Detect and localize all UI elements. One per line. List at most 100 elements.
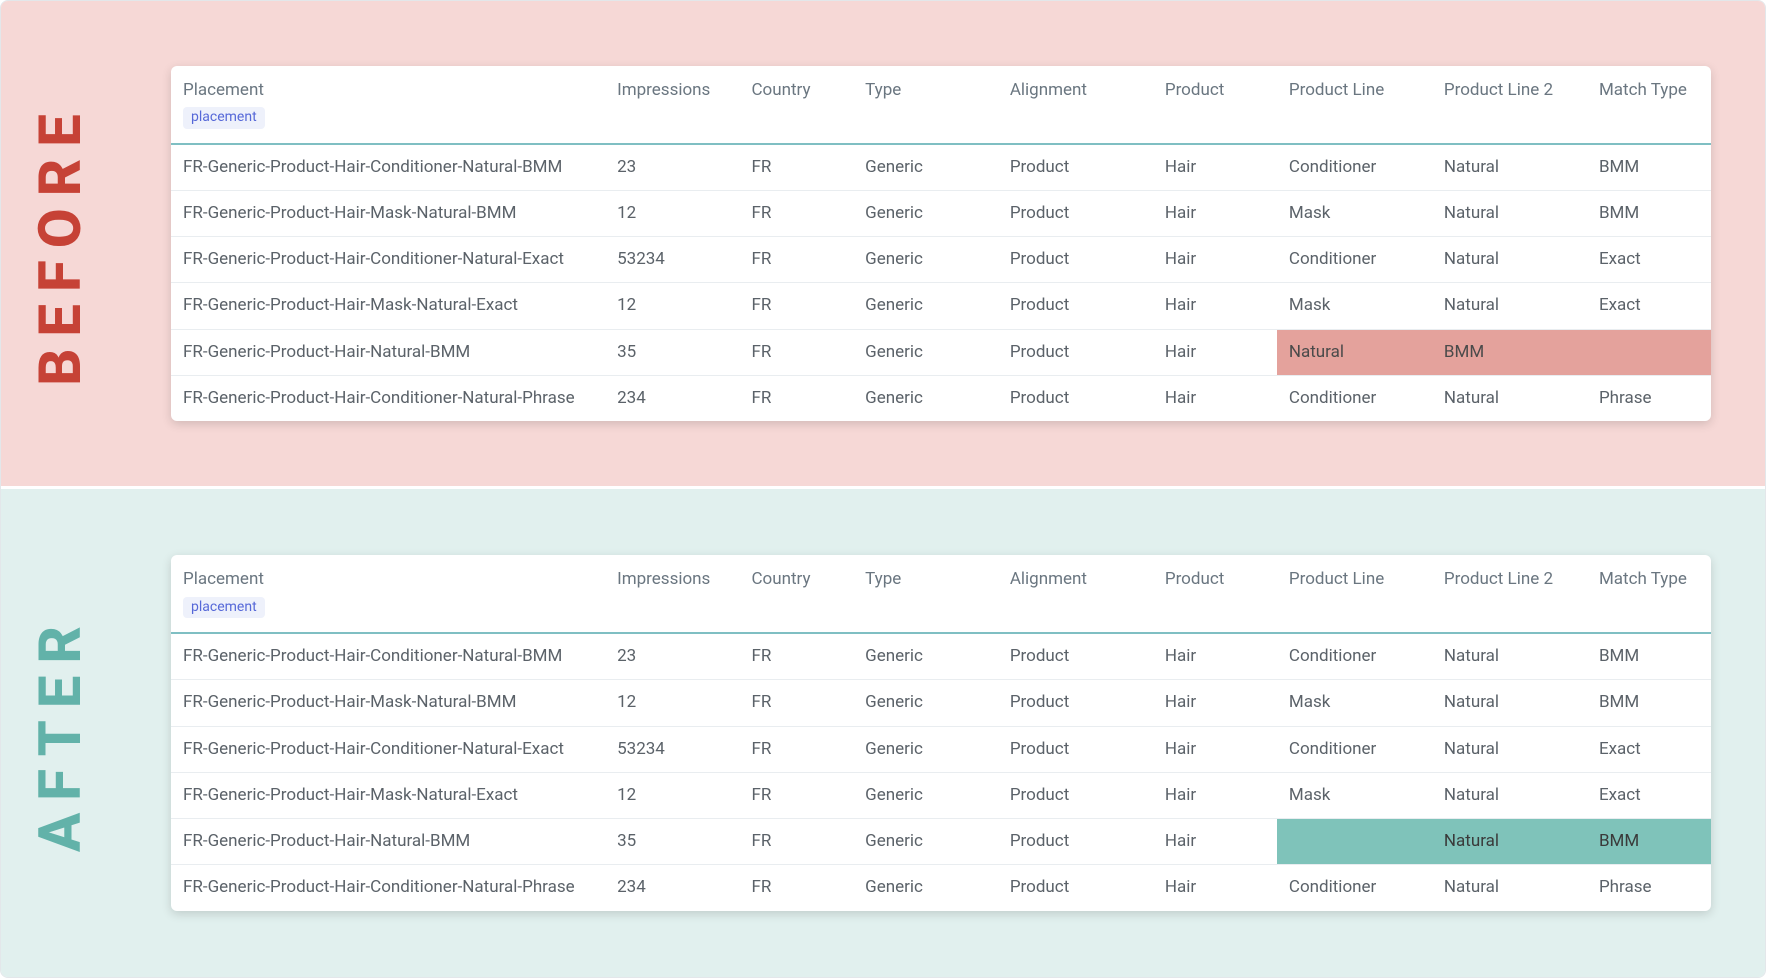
table-row: FR-Generic-Product-Hair-Natural-BMM35FRG… [171, 329, 1711, 375]
cell-product_line: Mask [1277, 190, 1432, 236]
cell-product: Hair [1153, 375, 1277, 421]
cell-country: FR [739, 283, 853, 329]
col-impressions[interactable]: Impressions [605, 555, 739, 633]
cell-match_type: Exact [1587, 237, 1711, 283]
col-placement[interactable]: Placement placement [171, 555, 605, 633]
cell-type: Generic [853, 283, 998, 329]
col-impressions[interactable]: Impressions [605, 66, 739, 144]
col-product-line[interactable]: Product Line [1277, 66, 1432, 144]
col-placement-label: Placement [183, 80, 264, 100]
col-alignment[interactable]: Alignment [998, 555, 1153, 633]
cell-alignment: Product [998, 375, 1153, 421]
placement-pill[interactable]: placement [183, 107, 265, 129]
cell-product: Hair [1153, 633, 1277, 680]
cell-impressions: 23 [605, 144, 739, 191]
col-product-line-2[interactable]: Product Line 2 [1432, 66, 1587, 144]
cell-match_type [1587, 329, 1711, 375]
cell-alignment: Product [998, 865, 1153, 911]
cell-match_type: Phrase [1587, 865, 1711, 911]
col-match-type[interactable]: Match Type [1587, 555, 1711, 633]
cell-country: FR [739, 865, 853, 911]
cell-country: FR [739, 237, 853, 283]
cell-match_type: Exact [1587, 283, 1711, 329]
table-row: FR-Generic-Product-Hair-Conditioner-Natu… [171, 726, 1711, 772]
cell-type: Generic [853, 772, 998, 818]
cell-country: FR [739, 680, 853, 726]
cell-product_line: Conditioner [1277, 237, 1432, 283]
col-match-type[interactable]: Match Type [1587, 66, 1711, 144]
col-alignment[interactable]: Alignment [998, 66, 1153, 144]
table-row: FR-Generic-Product-Hair-Mask-Natural-Exa… [171, 283, 1711, 329]
table-head: Placement placement Impressions Country … [171, 66, 1711, 144]
cell-product_line_2: Natural [1432, 772, 1587, 818]
cell-product: Hair [1153, 144, 1277, 191]
table-head: Placement placement Impressions Country … [171, 555, 1711, 633]
cell-product_line_2: Natural [1432, 726, 1587, 772]
cell-product_line: Conditioner [1277, 633, 1432, 680]
cell-match_type: BMM [1587, 633, 1711, 680]
cell-product_line_2: Natural [1432, 865, 1587, 911]
cell-product_line: Natural [1277, 329, 1432, 375]
cell-country: FR [739, 726, 853, 772]
cell-product_line_2: Natural [1432, 283, 1587, 329]
cell-product_line: Conditioner [1277, 726, 1432, 772]
cell-type: Generic [853, 144, 998, 191]
col-type[interactable]: Type [853, 555, 998, 633]
table-row: FR-Generic-Product-Hair-Conditioner-Natu… [171, 237, 1711, 283]
before-table: Placement placement Impressions Country … [171, 66, 1711, 421]
cell-product_line_2: Natural [1432, 680, 1587, 726]
col-country[interactable]: Country [739, 66, 853, 144]
cell-product_line_2: BMM [1432, 329, 1587, 375]
cell-product_line: Mask [1277, 680, 1432, 726]
cell-product: Hair [1153, 865, 1277, 911]
col-country[interactable]: Country [739, 555, 853, 633]
col-type[interactable]: Type [853, 66, 998, 144]
table-row: FR-Generic-Product-Hair-Mask-Natural-BMM… [171, 680, 1711, 726]
cell-product: Hair [1153, 190, 1277, 236]
col-placement[interactable]: Placement placement [171, 66, 605, 144]
cell-alignment: Product [998, 726, 1153, 772]
cell-type: Generic [853, 680, 998, 726]
cell-placement: FR-Generic-Product-Hair-Mask-Natural-BMM [171, 190, 605, 236]
cell-country: FR [739, 772, 853, 818]
table-row: FR-Generic-Product-Hair-Conditioner-Natu… [171, 375, 1711, 421]
after-tbody: FR-Generic-Product-Hair-Conditioner-Natu… [171, 633, 1711, 911]
cell-placement: FR-Generic-Product-Hair-Mask-Natural-BMM [171, 680, 605, 726]
cell-product: Hair [1153, 726, 1277, 772]
cell-type: Generic [853, 190, 998, 236]
cell-product_line_2: Natural [1432, 375, 1587, 421]
cell-impressions: 35 [605, 819, 739, 865]
cell-impressions: 234 [605, 375, 739, 421]
cell-impressions: 53234 [605, 726, 739, 772]
cell-placement: FR-Generic-Product-Hair-Conditioner-Natu… [171, 865, 605, 911]
cell-placement: FR-Generic-Product-Hair-Conditioner-Natu… [171, 633, 605, 680]
cell-match_type: Exact [1587, 772, 1711, 818]
col-product[interactable]: Product [1153, 66, 1277, 144]
table-row: FR-Generic-Product-Hair-Mask-Natural-BMM… [171, 190, 1711, 236]
after-table-card: Placement placement Impressions Country … [171, 555, 1711, 910]
cell-type: Generic [853, 865, 998, 911]
cell-alignment: Product [998, 633, 1153, 680]
cell-country: FR [739, 190, 853, 236]
cell-match_type: BMM [1587, 144, 1711, 191]
cell-product_line_2: Natural [1432, 633, 1587, 680]
cell-match_type: Phrase [1587, 375, 1711, 421]
cell-product: Hair [1153, 283, 1277, 329]
cell-alignment: Product [998, 819, 1153, 865]
cell-product_line_2: Natural [1432, 819, 1587, 865]
col-product-line[interactable]: Product Line [1277, 555, 1432, 633]
cell-product: Hair [1153, 680, 1277, 726]
placement-pill[interactable]: placement [183, 597, 265, 619]
table-row: FR-Generic-Product-Hair-Conditioner-Natu… [171, 144, 1711, 191]
cell-match_type: Exact [1587, 726, 1711, 772]
cell-country: FR [739, 375, 853, 421]
cell-placement: FR-Generic-Product-Hair-Natural-BMM [171, 819, 605, 865]
col-product-line-2[interactable]: Product Line 2 [1432, 555, 1587, 633]
cell-impressions: 12 [605, 680, 739, 726]
col-product[interactable]: Product [1153, 555, 1277, 633]
cell-product_line_2: Natural [1432, 237, 1587, 283]
cell-product: Hair [1153, 329, 1277, 375]
cell-type: Generic [853, 237, 998, 283]
cell-country: FR [739, 819, 853, 865]
cell-product_line: Mask [1277, 283, 1432, 329]
